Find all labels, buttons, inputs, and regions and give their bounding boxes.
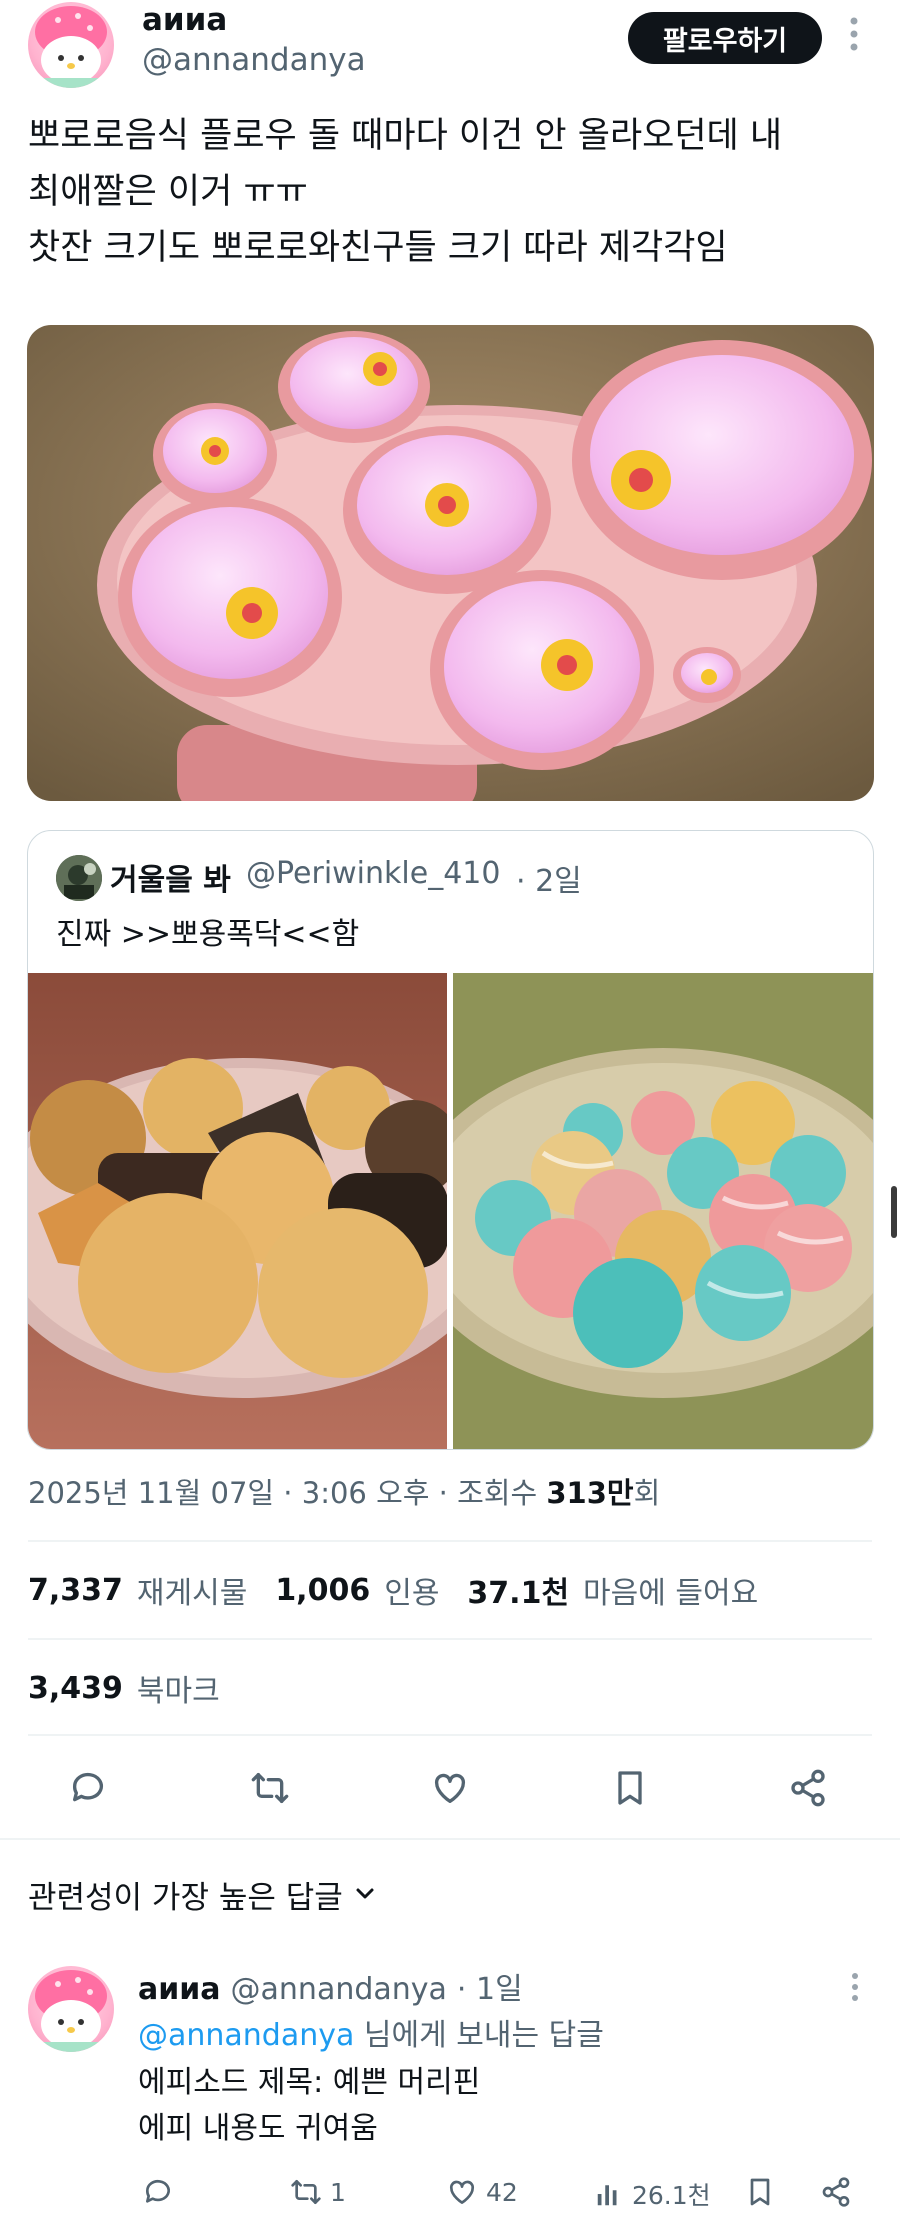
bookmarks-label[interactable]: 북마크	[137, 1666, 220, 1710]
like-icon	[449, 2180, 475, 2204]
views-suffix: 회	[633, 1476, 661, 1510]
reply-time: · 1일	[456, 1972, 523, 2007]
likes-label[interactable]: 마음에 들어요	[583, 1568, 758, 1612]
reply-icon[interactable]	[68, 1768, 108, 1812]
views-count: 313만	[546, 1476, 634, 1510]
reply-like-count: 42	[486, 2177, 518, 2207]
quote-text: 진짜 >>뽀용폭닥<<함	[56, 917, 360, 952]
reply-text-line: 에피소드 제목: 예쁜 머리핀	[138, 2065, 481, 2100]
reply-sort-dropdown[interactable]: 관련성이 가장 높은 답글	[28, 1872, 377, 1917]
bookmark-icon[interactable]	[610, 1768, 650, 1812]
quote-author-handle: @Periwinkle_410	[246, 856, 501, 891]
tweet-text-line: 뽀로로음식 플로우 돌 때마다 이건 안 올라오던데 내	[28, 116, 783, 156]
quote-author-name: 거울을 봐	[110, 863, 231, 898]
divider	[28, 1734, 872, 1736]
reposts-label[interactable]: 재게시물	[137, 1568, 247, 1612]
bookmarks-count[interactable]: 3,439	[28, 1671, 123, 1706]
reposts-count[interactable]: 7,337	[28, 1573, 123, 1608]
author-name[interactable]: аииа	[142, 2, 227, 38]
quote-author-avatar	[56, 855, 102, 901]
reply-author-avatar[interactable]	[28, 1966, 114, 2052]
reply-bookmark-button[interactable]	[744, 2176, 776, 2208]
reply-more-options-icon[interactable]	[850, 1972, 860, 2006]
author-avatar[interactable]	[28, 2, 114, 88]
reply-icon	[145, 2179, 170, 2203]
follow-button[interactable]: 팔로우하기	[628, 12, 822, 64]
divider	[28, 1540, 872, 1542]
reply-share-button[interactable]	[820, 2176, 852, 2208]
quotes-count[interactable]: 1,006	[275, 1573, 370, 1608]
scrollbar-thumb[interactable]	[891, 1186, 897, 1238]
reply-reply-button[interactable]	[142, 2176, 174, 2208]
reply-author-name[interactable]: аииа	[138, 1972, 221, 2007]
tweet-text-line: 찻잔 크기도 뽀로로와친구들 크기 따라 제각각임	[28, 228, 728, 268]
retweet-icon[interactable]	[250, 1768, 290, 1812]
author-handle[interactable]: @annandanya	[142, 42, 366, 78]
replying-to-suffix: 님에게 보내는 답글	[354, 2018, 604, 2053]
reply-views-count: 26.1천	[632, 2181, 711, 2210]
retweet-icon	[291, 2180, 321, 2204]
chevron-down-icon	[353, 1881, 377, 1909]
bookmark-stats: 3,439 북마크	[28, 1666, 220, 1710]
divider	[28, 1638, 872, 1640]
share-icon[interactable]	[788, 1768, 828, 1812]
likes-count[interactable]: 37.1천	[467, 1568, 569, 1612]
tweet-image-teacups[interactable]	[27, 325, 874, 801]
views-chart-icon	[597, 2185, 617, 2206]
share-icon	[822, 2177, 850, 2207]
reply-text-line: 에피 내용도 귀여움	[138, 2111, 378, 2146]
timestamp: 2025년 11월 07일 · 3:06 오후 · 조회수	[28, 1476, 547, 1510]
reply-retweet-count: 1	[330, 2177, 346, 2207]
section-separator	[0, 1838, 900, 1840]
tweet-timestamp-views: 2025년 11월 07일 · 3:06 오후 · 조회수 313만회	[28, 1470, 660, 1512]
quote-image-cookies[interactable]	[28, 973, 448, 1449]
engagement-stats: 7,337 재게시물 1,006 인용 37.1천 마음에 들어요	[28, 1568, 758, 1612]
quotes-label[interactable]: 인용	[384, 1568, 439, 1612]
bookmark-icon	[750, 2178, 770, 2206]
like-icon[interactable]	[430, 1768, 470, 1812]
quote-time: · 2일	[516, 864, 582, 899]
more-options-icon[interactable]	[842, 16, 866, 58]
replying-to: @annandanya 님에게 보내는 답글	[138, 2010, 604, 2054]
replying-to-handle[interactable]: @annandanya	[138, 2018, 354, 2053]
quoted-tweet-card[interactable]: 거울을 봐 @Periwinkle_410 · 2일 진짜 >>뽀용폭닥<<함	[27, 830, 874, 1450]
reply-like-button[interactable]: 42	[446, 2176, 518, 2208]
reply-header: аииа @annandanya · 1일	[138, 1964, 523, 2008]
tweet-text: 뽀로로음식 플로우 돌 때마다 이건 안 올라오던데 내 최애짤은 이거 ㅠㅠ …	[28, 108, 878, 276]
image-divider	[447, 973, 453, 1449]
quote-image-candies[interactable]	[453, 973, 873, 1449]
reply-views-button[interactable]: 26.1천	[594, 2176, 711, 2212]
reply-retweet-button[interactable]: 1	[290, 2176, 346, 2208]
reply-author-handle[interactable]: @annandanya	[231, 1972, 447, 2007]
reply-text: 에피소드 제목: 예쁜 머리핀 에피 내용도 귀여움	[138, 2060, 480, 2152]
tweet-text-line: 최애짤은 이거 ㅠㅠ	[28, 172, 308, 212]
reply-sort-label: 관련성이 가장 높은 답글	[28, 1880, 343, 1916]
